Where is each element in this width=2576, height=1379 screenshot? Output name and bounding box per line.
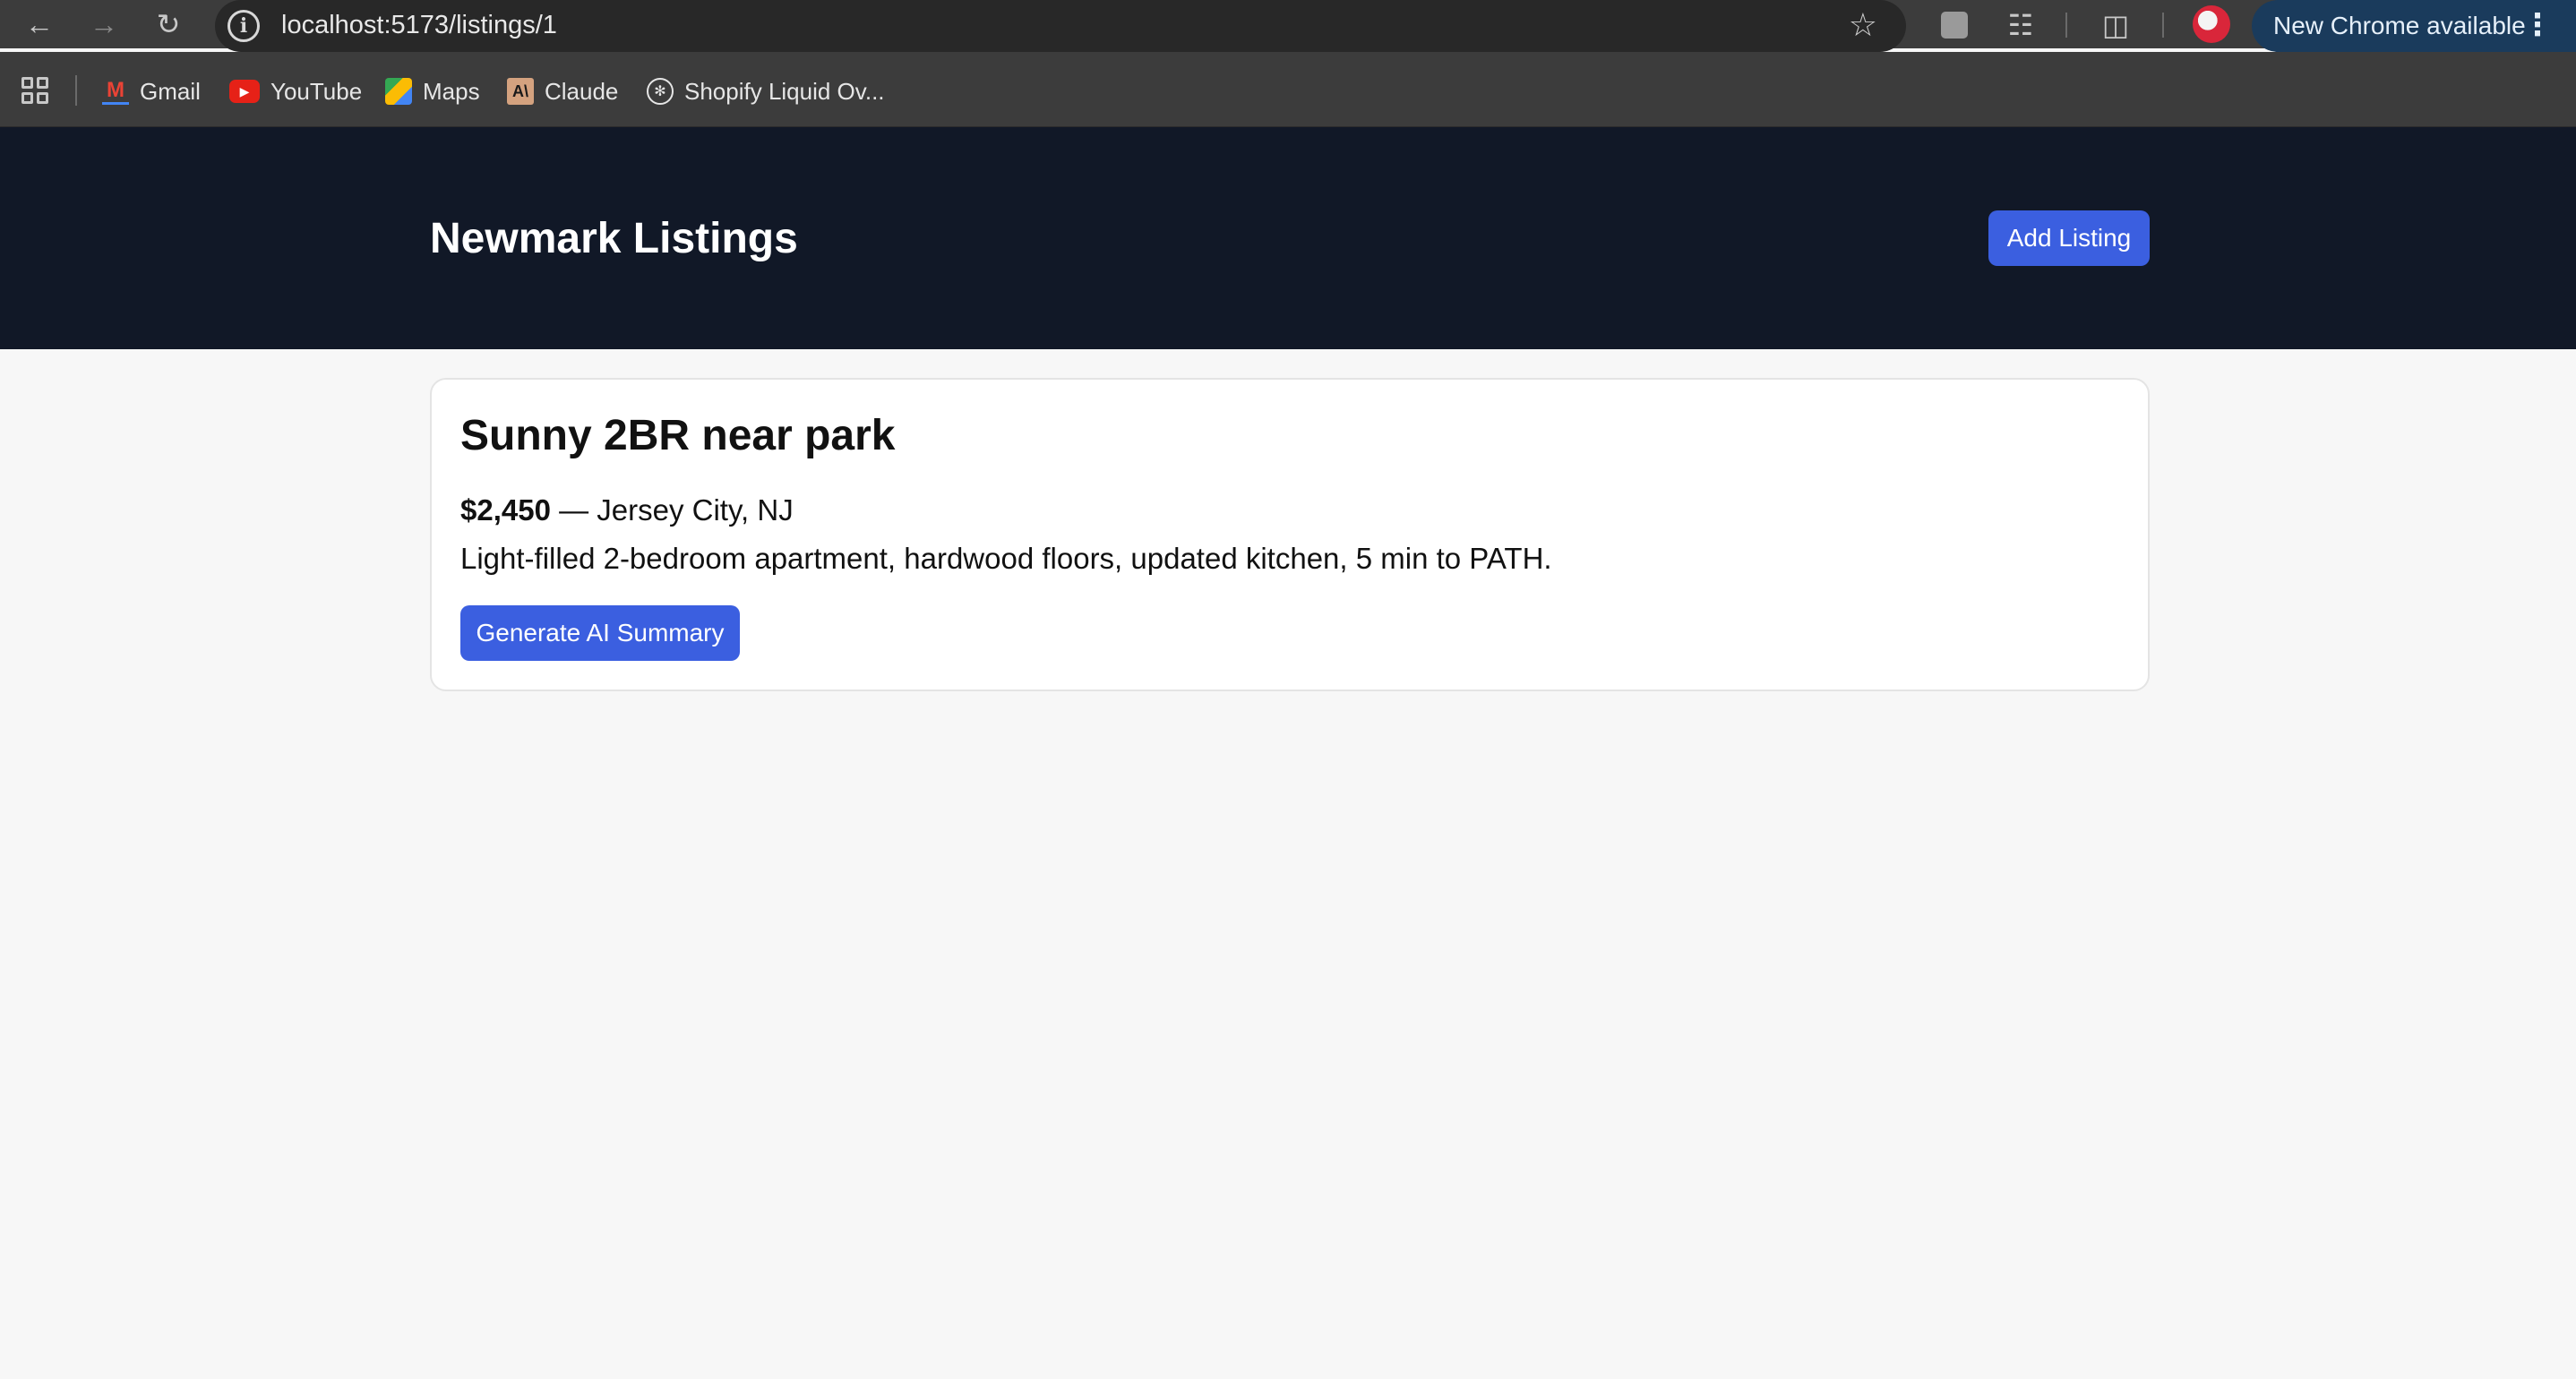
bookmark-youtube[interactable]: ▶ YouTube <box>229 73 362 109</box>
forward-arrow-icon[interactable]: → <box>84 4 124 44</box>
listing-location: — Jersey City, NJ <box>550 493 794 527</box>
bookmark-label: Claude <box>545 77 619 105</box>
generate-ai-summary-button[interactable]: Generate AI Summary <box>460 605 740 661</box>
claude-icon: A\ <box>507 78 534 105</box>
bookmark-label: YouTube <box>270 77 363 105</box>
reload-icon[interactable]: ↻ <box>149 4 188 44</box>
apps-grid-icon[interactable] <box>21 77 48 104</box>
chrome-update-button[interactable]: New Chrome available ⋮ <box>2252 0 2576 52</box>
listing-meta: $2,450 — Jersey City, NJ <box>460 492 794 528</box>
tab-search-icon[interactable]: ◫ <box>2096 5 2135 45</box>
bookmark-shopify[interactable]: ✻ Shopify Liquid Ov... <box>647 73 885 109</box>
add-listing-button[interactable]: Add Listing <box>1988 210 2150 266</box>
shopify-icon: ✻ <box>647 78 674 105</box>
url-text[interactable]: localhost:5173/listings/1 <box>281 9 557 41</box>
kebab-menu-icon[interactable]: ⋮ <box>2522 9 2553 41</box>
toolbar-divider <box>2065 13 2067 38</box>
listing-price: $2,450 <box>460 493 551 527</box>
bookmark-label: Maps <box>423 77 480 105</box>
listing-title: Sunny 2BR near park <box>460 412 896 459</box>
bookmark-star-icon[interactable]: ☆ <box>1849 5 1877 45</box>
page-title: Newmark Listings <box>430 215 798 262</box>
chrome-update-label: New Chrome available <box>2273 12 2526 39</box>
youtube-icon: ▶ <box>229 80 260 103</box>
bookmark-label: Shopify Liquid Ov... <box>684 77 885 105</box>
toolbar-divider <box>2162 13 2164 38</box>
bookmark-gmail[interactable]: M Gmail <box>102 73 201 109</box>
bookmark-claude[interactable]: A\ Claude <box>507 73 618 109</box>
browser-toolbar: ← → ↻ i localhost:5173/listings/1 ☆ ☷ ◫ … <box>0 0 2576 52</box>
bookmarks-divider <box>75 75 77 106</box>
back-arrow-icon[interactable]: ← <box>20 4 59 44</box>
puzzle-extensions-icon[interactable]: ☷ <box>2001 5 2040 45</box>
bookmark-label: Gmail <box>140 77 201 105</box>
site-info-icon[interactable]: i <box>228 10 260 42</box>
address-bar[interactable]: i localhost:5173/listings/1 ☆ <box>215 0 1906 52</box>
app-header: Newmark Listings Add Listing <box>0 127 2576 349</box>
listing-card: Sunny 2BR near park $2,450 — Jersey City… <box>430 378 2150 691</box>
listing-description: Light-filled 2-bedroom apartment, hardwo… <box>460 542 1552 575</box>
extension-icon[interactable] <box>1935 5 1974 45</box>
bookmarks-bar: M Gmail ▶ YouTube Maps A\ Claude ✻ Shopi… <box>0 52 2576 127</box>
profile-avatar[interactable] <box>2193 5 2230 43</box>
bookmark-maps[interactable]: Maps <box>385 73 480 109</box>
gmail-icon: M <box>102 78 129 105</box>
maps-icon <box>385 78 412 105</box>
